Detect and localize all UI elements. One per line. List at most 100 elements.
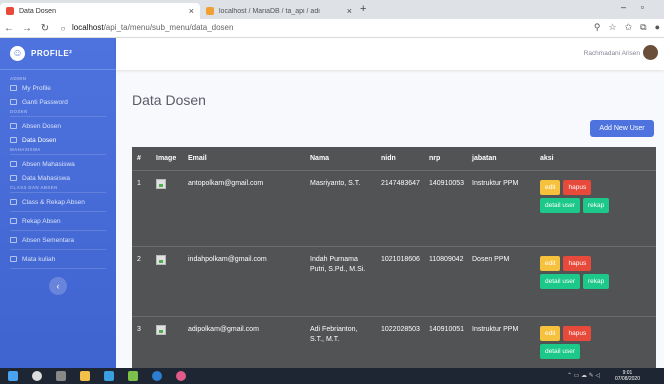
detail-user-button[interactable]: detail user (540, 274, 580, 289)
row-nrp: 140910053 (429, 180, 465, 187)
row-nama: Masriyanto, S.T. (310, 180, 361, 187)
sidebar: ☺ PROFILE² ADMIN My Profile Ganti Passwo… (0, 38, 116, 368)
row-jabatan: Dosen PPM (472, 256, 510, 263)
sidebar-divider (10, 116, 106, 117)
sidebar-item-absen-dosen[interactable]: Absen Dosen (0, 119, 116, 133)
brand[interactable]: ☺ PROFILE² (0, 38, 116, 70)
table-row: 1 antopolkam@gmail.com Masriyanto, S.T. … (132, 171, 656, 247)
broken-image-icon (156, 325, 166, 335)
gear-icon (10, 123, 17, 129)
info-icon[interactable]: ○ (54, 24, 72, 33)
system-tray-icon[interactable]: ⌃ ▭ ☁ ✎ ◁ (567, 372, 600, 379)
table-icon (10, 161, 17, 167)
hapus-button[interactable]: hapus (563, 326, 592, 341)
row-number: 1 (137, 180, 141, 187)
forward-icon[interactable]: → (18, 23, 36, 34)
hapus-button[interactable]: hapus (563, 256, 592, 271)
header-image: Image (156, 154, 177, 162)
rekap-button[interactable]: rekap (583, 274, 610, 289)
edit-button[interactable]: edit (540, 256, 561, 271)
dosen-table: # Image Email Nama nidn nrp jabatan aksi… (132, 147, 656, 368)
row-nidn: 2147483647 (381, 180, 420, 187)
header-nama: Nama (310, 154, 330, 162)
new-tab-icon[interactable]: + (360, 3, 366, 15)
sidebar-toggle-button[interactable]: ‹ (49, 277, 67, 295)
section-heading-mahasiswa: MAHASISWA (10, 147, 41, 152)
sidebar-divider (10, 230, 106, 231)
windows-taskbar: ⌃ ▭ ☁ ✎ ◁ 9:01 07/08/2020 (0, 368, 664, 384)
brand-text: PROFILE² (31, 49, 73, 58)
browser-tab-bar: Data Dosen × localhost / MariaDB / ta_ap… (0, 0, 664, 19)
address-bar: ← → ↻ ○ localhost/api_ta/menu/sub_menu/d… (0, 19, 664, 38)
row-jabatan: Instruktur PPM (472, 326, 519, 333)
windows-start-icon[interactable] (8, 371, 18, 381)
sidebar-item-data-dosen[interactable]: Data Dosen (0, 133, 116, 147)
chrome-icon[interactable] (176, 371, 186, 381)
star-icon[interactable]: ☆ (609, 22, 617, 33)
add-new-user-button[interactable]: Add New User (590, 120, 654, 137)
page-title: Data Dosen (132, 92, 206, 108)
sidebar-item-mata-kuliah[interactable]: Mata kuliah (0, 252, 116, 266)
favorites-icon[interactable]: ✩ (625, 22, 633, 33)
search-icon[interactable]: ⚲ (594, 22, 601, 33)
taskbar-clock[interactable]: 9:01 07/08/2020 (615, 370, 640, 382)
sidebar-item-ganti-password[interactable]: Ganti Password (0, 95, 116, 109)
tab-title: localhost / MariaDB / ta_api / adi (219, 7, 320, 15)
sidebar-divider (10, 268, 106, 269)
row-number: 3 (137, 326, 141, 333)
section-heading-dosen: DOSEN (10, 109, 28, 114)
user-name[interactable]: Rachmadani Arisen (584, 50, 640, 57)
topbar: Rachmadani Arisen (116, 38, 664, 70)
row-email: indahpolkam@gmail.com (188, 256, 267, 263)
rekap-button[interactable]: rekap (583, 198, 610, 213)
collections-icon[interactable]: ⧉ (640, 22, 646, 33)
back-icon[interactable]: ← (0, 23, 18, 34)
key-icon (10, 99, 17, 105)
edit-button[interactable]: edit (540, 326, 561, 341)
maximize-icon[interactable]: ▫ (641, 2, 644, 12)
favicon-icon (206, 7, 214, 15)
table-header: # Image Email Nama nidn nrp jabatan aksi (132, 147, 656, 171)
tab-data-dosen[interactable]: Data Dosen × (0, 3, 200, 19)
row-email: adipolkam@gmail.com (188, 326, 259, 333)
app-icon[interactable] (128, 371, 138, 381)
header-nidn: nidn (381, 154, 396, 162)
header-aksi: aksi (540, 154, 554, 162)
sidebar-item-absen-mahasiswa[interactable]: Absen Mahasiswa (0, 157, 116, 171)
hapus-button[interactable]: hapus (563, 180, 592, 195)
sidebar-item-class-rekap[interactable]: Class & Rekap Absen (0, 195, 116, 209)
sidebar-item-absen-sementara[interactable]: Absen Sementara (0, 233, 116, 247)
broken-image-icon (156, 255, 166, 265)
file-explorer-icon[interactable] (80, 371, 90, 381)
reload-icon[interactable]: ↻ (36, 23, 54, 34)
row-nama: Adi Febrianton, S.T., M.T. (310, 326, 358, 343)
table-icon (10, 237, 17, 243)
task-view-icon[interactable] (56, 371, 66, 381)
row-nama: Indah Purnama Putri, S.Pd., M.Si. (310, 256, 366, 273)
smile-logo-icon: ☺ (10, 46, 25, 61)
header-no: # (137, 154, 141, 162)
avatar[interactable] (643, 45, 658, 60)
close-tab-icon[interactable]: × (189, 6, 194, 16)
vscode-icon[interactable] (104, 371, 114, 381)
header-nrp: nrp (429, 154, 441, 162)
detail-user-button[interactable]: detail user (540, 198, 580, 213)
url-field[interactable]: localhost/api_ta/menu/sub_menu/data_dose… (72, 23, 233, 32)
sidebar-item-rekap-absen[interactable]: Rekap Absen (0, 214, 116, 228)
edit-button[interactable]: edit (540, 180, 561, 195)
sidebar-item-data-mahasiswa[interactable]: Data Mahasiswa (0, 171, 116, 185)
detail-user-button[interactable]: detail user (540, 344, 580, 359)
gear-icon (10, 175, 17, 181)
sidebar-item-my-profile[interactable]: My Profile (0, 81, 116, 95)
header-email: Email (188, 154, 207, 162)
close-tab-icon[interactable]: × (347, 6, 352, 16)
edge-icon[interactable] (152, 371, 162, 381)
search-icon[interactable] (32, 371, 42, 381)
profile-icon[interactable]: ● (655, 22, 660, 33)
header-jabatan: jabatan (472, 154, 497, 162)
tab-phpmyadmin[interactable]: localhost / MariaDB / ta_api / adi × (200, 3, 358, 19)
table-row: 2 indahpolkam@gmail.com Indah Purnama Pu… (132, 247, 656, 317)
broken-image-icon (156, 179, 166, 189)
minimize-icon[interactable]: – (621, 2, 626, 12)
id-card-icon (10, 85, 17, 91)
